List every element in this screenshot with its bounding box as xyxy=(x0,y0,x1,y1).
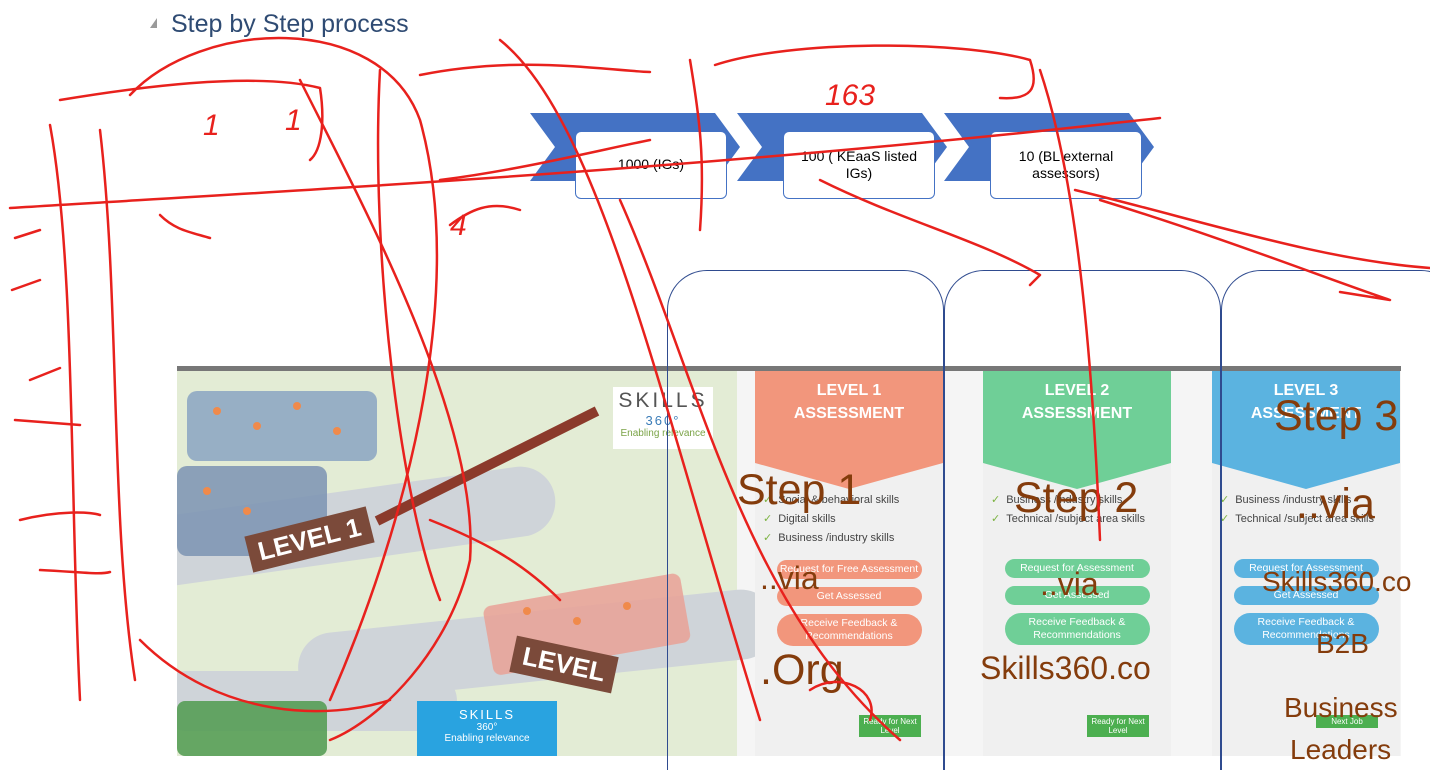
ink-note-3: 163 xyxy=(825,79,875,112)
process-box-3[interactable]: 10 (BL external assessors) xyxy=(990,131,1142,199)
step3-label[interactable]: Step 3 xyxy=(1274,392,1398,441)
box-number: 360° xyxy=(476,722,498,733)
step3-leaders[interactable]: Leaders xyxy=(1290,734,1391,766)
step2-label[interactable]: Step 2 xyxy=(1014,474,1138,523)
bracket-step1[interactable] xyxy=(667,270,944,770)
ink-note-1: 1 xyxy=(203,109,220,142)
ink-note-2: 1 xyxy=(285,104,302,137)
step3-business[interactable]: Business xyxy=(1284,692,1398,724)
step2-via[interactable]: ..via xyxy=(1040,566,1099,603)
step3-b2b[interactable]: B2B xyxy=(1316,628,1369,660)
step1-org[interactable]: .Org xyxy=(760,646,844,695)
box-word: SKILLS xyxy=(458,707,516,722)
outline-heading[interactable]: Step by Step process xyxy=(150,10,409,39)
step1-via[interactable]: ..via xyxy=(760,560,819,597)
process-box-1[interactable]: 1000 (IGs) xyxy=(575,131,727,199)
ink-note-4: 4 xyxy=(450,209,467,242)
step2-site[interactable]: Skills360.co xyxy=(980,650,1151,687)
collapse-triangle-icon[interactable] xyxy=(150,17,157,28)
heading-title: Step by Step process xyxy=(171,10,409,38)
box-tagline: Enabling relevance xyxy=(444,733,530,744)
crowd-scene: LEVEL 1 LEVEL SKILLS 360° Enabling relev… xyxy=(177,371,780,756)
step3-via[interactable]: ..via xyxy=(1296,480,1375,529)
step3-site[interactable]: Skills360.co xyxy=(1262,566,1411,598)
process-box-2[interactable]: 100 ( KEaaS listed IGs) xyxy=(783,131,935,199)
step1-label[interactable]: Step 1 xyxy=(737,466,861,515)
skills360-box: SKILLS 360° Enabling relevance xyxy=(417,701,557,756)
